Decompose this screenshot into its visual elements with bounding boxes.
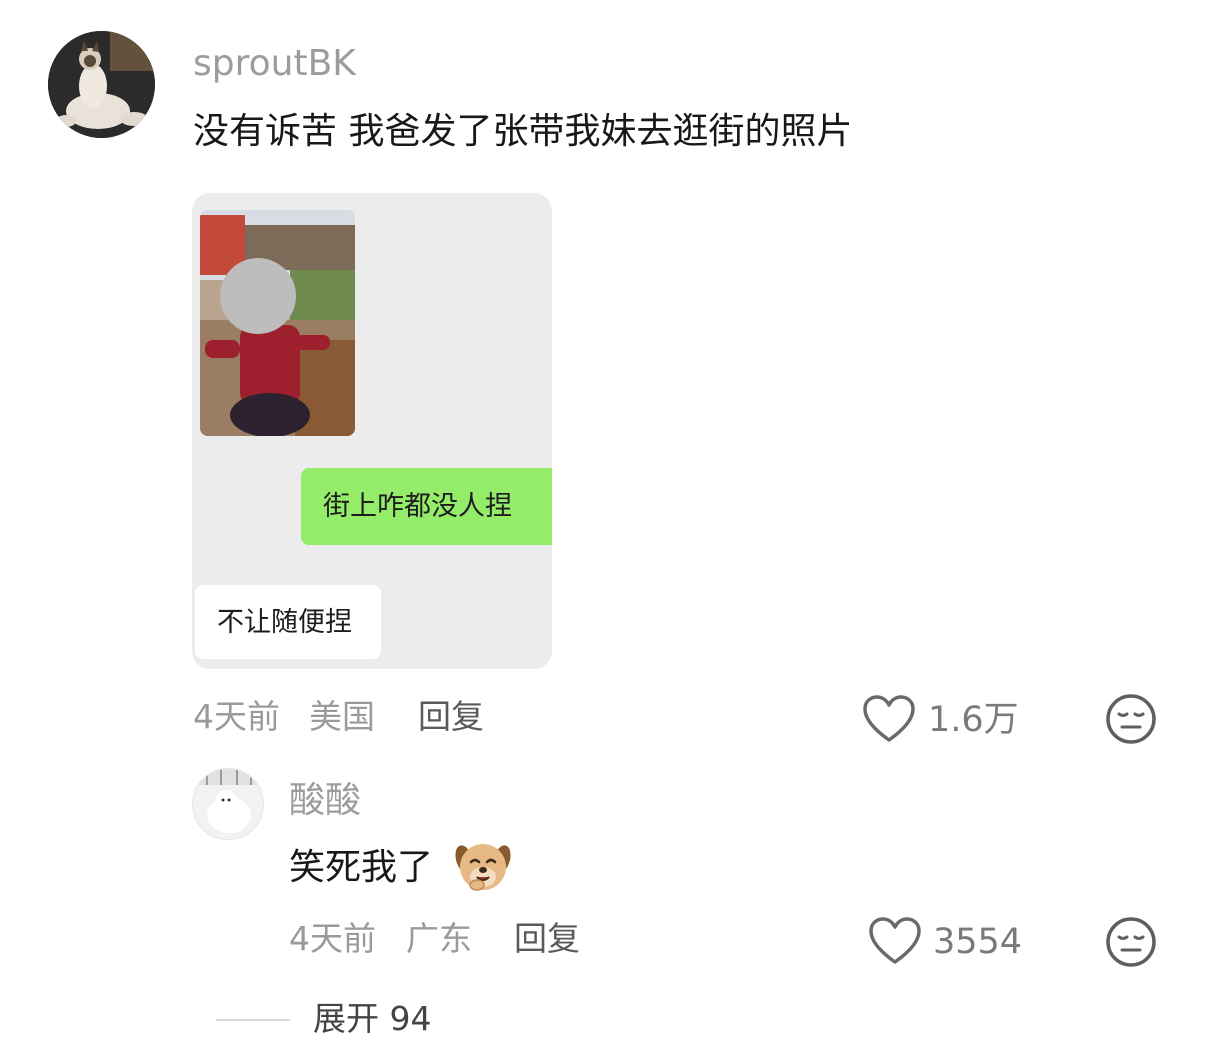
heart-outline-icon (869, 917, 921, 964)
dog-avatar-image (193, 769, 263, 839)
like-button[interactable] (862, 694, 916, 744)
expand-fade-overlay (440, 995, 770, 1050)
reply-like-button[interactable] (868, 916, 922, 966)
reply-dislike-button[interactable] (1105, 916, 1157, 972)
comment-time: 4天前 (193, 697, 280, 736)
reply-reply-button[interactable]: 回复 (514, 922, 580, 955)
comment-image[interactable]: 街上咋都没人捏 不让随便捏 (192, 193, 552, 669)
meh-face-icon (1106, 694, 1156, 744)
sent-message-bubble: 街上咋都没人捏 (301, 468, 552, 545)
user-avatar[interactable] (48, 31, 155, 138)
reply-button[interactable]: 回复 (418, 700, 484, 733)
reply-text: 笑死我了 (289, 847, 434, 888)
cat-avatar-image (48, 31, 155, 138)
reply-location: 广东 (406, 919, 472, 958)
comment-username[interactable]: sproutBK (193, 46, 356, 82)
meh-face-icon (1106, 917, 1156, 967)
expand-replies-button[interactable]: 展开 94 (313, 1002, 431, 1035)
reply-like-count: 3554 (933, 922, 1023, 962)
comment-text: 没有诉苦 我爸发了张带我妹去逛街的照片 (193, 111, 853, 152)
comment-location: 美国 (309, 697, 375, 736)
expand-divider (216, 1019, 290, 1021)
reply-time: 4天前 (289, 919, 376, 958)
heart-outline-icon (863, 695, 915, 742)
like-count: 1.6万 (928, 700, 1019, 740)
reply-user-avatar[interactable] (192, 768, 264, 840)
reply-username[interactable]: 酸酸 (289, 783, 361, 819)
blurred-photo (200, 210, 355, 436)
puppy-laughing-emoji (455, 839, 511, 893)
dislike-button[interactable] (1105, 693, 1157, 749)
received-message-bubble: 不让随便捏 (195, 585, 381, 659)
